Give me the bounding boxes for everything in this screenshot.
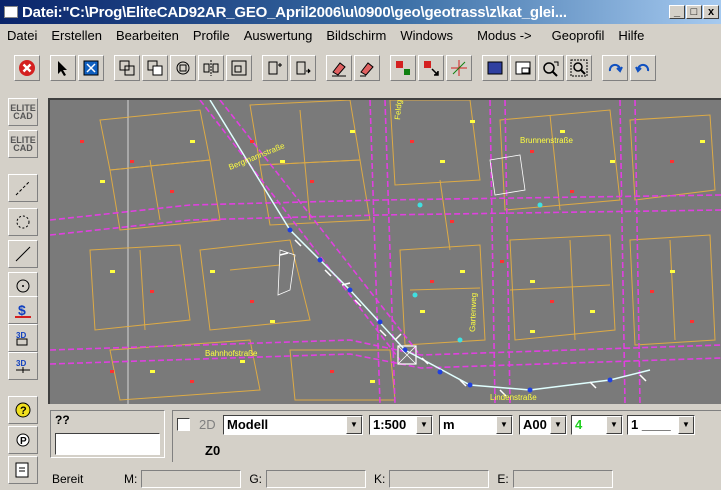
eraser-partial-icon[interactable] [354, 55, 380, 81]
menu-hilfe[interactable]: Hilfe [611, 28, 651, 43]
select-arrow-icon[interactable] [50, 55, 76, 81]
window-icon[interactable] [510, 55, 536, 81]
linetype-dropdown[interactable]: 1 ____ ▼ [627, 415, 695, 435]
display-icon[interactable] [482, 55, 508, 81]
map-label-2: Lindenstraße [490, 393, 537, 402]
app-icon [4, 6, 18, 18]
svg-text:3D: 3D [16, 359, 26, 368]
z-level-label: Z0 [205, 443, 221, 458]
menu-windows[interactable]: Windows [393, 28, 460, 43]
map-label-6: Brunnenstraße [520, 136, 573, 145]
menu-modus[interactable]: Modus -> [470, 28, 539, 43]
chevron-down-icon[interactable]: ▼ [416, 416, 432, 434]
drawing-canvas[interactable]: Bergmannstraße Lindenstraße Feldgasse Ga… [48, 98, 721, 404]
elite-cad-button-2[interactable]: ELITE CAD [8, 130, 38, 158]
title-bar: Datei:"C:\Prog\EliteCAD92AR_GEO_April200… [0, 0, 721, 24]
scale-value: 1:500 [373, 417, 407, 432]
redo-icon[interactable] [602, 55, 628, 81]
red-point-arrow-icon[interactable] [418, 55, 444, 81]
unit-value: m [443, 417, 455, 432]
k-label: K: [374, 472, 386, 486]
k-field [389, 470, 490, 488]
rotate-icon[interactable] [170, 55, 196, 81]
layer-dropdown[interactable]: A00 ▼ [519, 415, 567, 435]
m-field [141, 470, 242, 488]
help-icon[interactable]: ? [8, 396, 38, 424]
dollar-transform-icon[interactable]: $ [8, 296, 38, 324]
command-label: ?? [55, 413, 70, 427]
command-input[interactable] [55, 433, 160, 455]
menu-geoprofil[interactable]: Geoprofil [545, 28, 612, 43]
layout-icon[interactable] [8, 456, 38, 484]
model-value: Modell [227, 417, 269, 432]
layer-move-icon[interactable] [290, 55, 316, 81]
cad-map-drawing: Bergmannstraße Lindenstraße Feldgasse Ga… [50, 100, 721, 404]
layer-add-icon[interactable] [262, 55, 288, 81]
status-text: Bereit [52, 472, 84, 486]
menu-profile[interactable]: Profile [186, 28, 237, 43]
linetype-value: 1 ____ [631, 417, 671, 432]
3d-box-icon[interactable]: 3D [8, 324, 38, 352]
menu-datei[interactable]: Datei [0, 28, 44, 43]
m-label: M: [124, 472, 138, 486]
layer-value: A00 [523, 417, 547, 432]
snap-cross-icon[interactable] [446, 55, 472, 81]
2d-label: 2D [199, 417, 216, 432]
close-button[interactable]: x [703, 5, 719, 19]
move-icon[interactable] [142, 55, 168, 81]
point-icon[interactable]: P [8, 426, 38, 454]
scale-icon[interactable] [226, 55, 252, 81]
stop-icon[interactable] [14, 55, 40, 81]
map-label-4: Gartenweg [468, 293, 478, 332]
undo-icon[interactable] [630, 55, 656, 81]
map-label-3: Feldgasse [393, 100, 405, 120]
chevron-down-icon[interactable]: ▼ [346, 416, 362, 434]
e-field [512, 470, 613, 488]
menu-bar: Datei Erstellen Bearbeiten Profile Auswe… [0, 24, 721, 46]
command-panel: ?? [50, 410, 165, 458]
svg-text:P: P [20, 436, 27, 447]
minimize-button[interactable]: _ [669, 5, 685, 19]
menu-bildschirm[interactable]: Bildschirm [319, 28, 393, 43]
unit-dropdown[interactable]: m ▼ [439, 415, 513, 435]
svg-text:$: $ [18, 302, 26, 318]
chevron-down-icon[interactable]: ▼ [496, 416, 512, 434]
chevron-down-icon[interactable]: ▼ [606, 416, 622, 434]
status-bar: Bereit M: G: K: E: [44, 468, 721, 490]
polyline-icon[interactable] [8, 174, 38, 202]
e-label: E: [497, 472, 509, 486]
chevron-down-icon[interactable]: ▼ [550, 416, 566, 434]
color-dropdown[interactable]: 4 ▼ [571, 415, 623, 435]
2d-checkbox[interactable] [177, 418, 190, 431]
left-toolbar: ELITE CAD ELITE CAD $ 3D 3D ? P [0, 92, 44, 490]
copy-icon[interactable] [114, 55, 140, 81]
svg-text:?: ? [20, 405, 27, 417]
window-title: Datei:"C:\Prog\EliteCAD92AR_GEO_April200… [22, 3, 567, 21]
g-label: G: [249, 472, 263, 486]
model-dropdown[interactable]: Modell ▼ [223, 415, 363, 435]
red-point-icon[interactable] [390, 55, 416, 81]
map-label-5: Bahnhofstraße [205, 349, 258, 358]
line-icon[interactable] [8, 240, 38, 268]
scale-dropdown[interactable]: 1:500 ▼ [369, 415, 433, 435]
zoom-window-icon[interactable] [566, 55, 592, 81]
elite-cad-button-1[interactable]: ELITE CAD [8, 98, 38, 126]
maximize-button[interactable]: □ [686, 5, 702, 19]
zoom-back-icon[interactable] [538, 55, 564, 81]
select-window-icon[interactable] [78, 55, 104, 81]
mirror-icon[interactable] [198, 55, 224, 81]
menu-erstellen[interactable]: Erstellen [44, 28, 109, 43]
main-toolbar [0, 48, 721, 88]
3d-plus-icon[interactable]: 3D [8, 352, 38, 380]
eraser-icon[interactable] [326, 55, 352, 81]
property-bar: 2D Modell ▼ 1:500 ▼ m ▼ A00 ▼ 4 ▼ 1 ____… [172, 410, 721, 462]
menu-auswertung[interactable]: Auswertung [237, 28, 320, 43]
circle-dotted-icon[interactable] [8, 208, 38, 236]
chevron-down-icon[interactable]: ▼ [678, 416, 694, 434]
color-value: 4 [575, 417, 583, 432]
menu-bearbeiten[interactable]: Bearbeiten [109, 28, 186, 43]
g-field [266, 470, 367, 488]
